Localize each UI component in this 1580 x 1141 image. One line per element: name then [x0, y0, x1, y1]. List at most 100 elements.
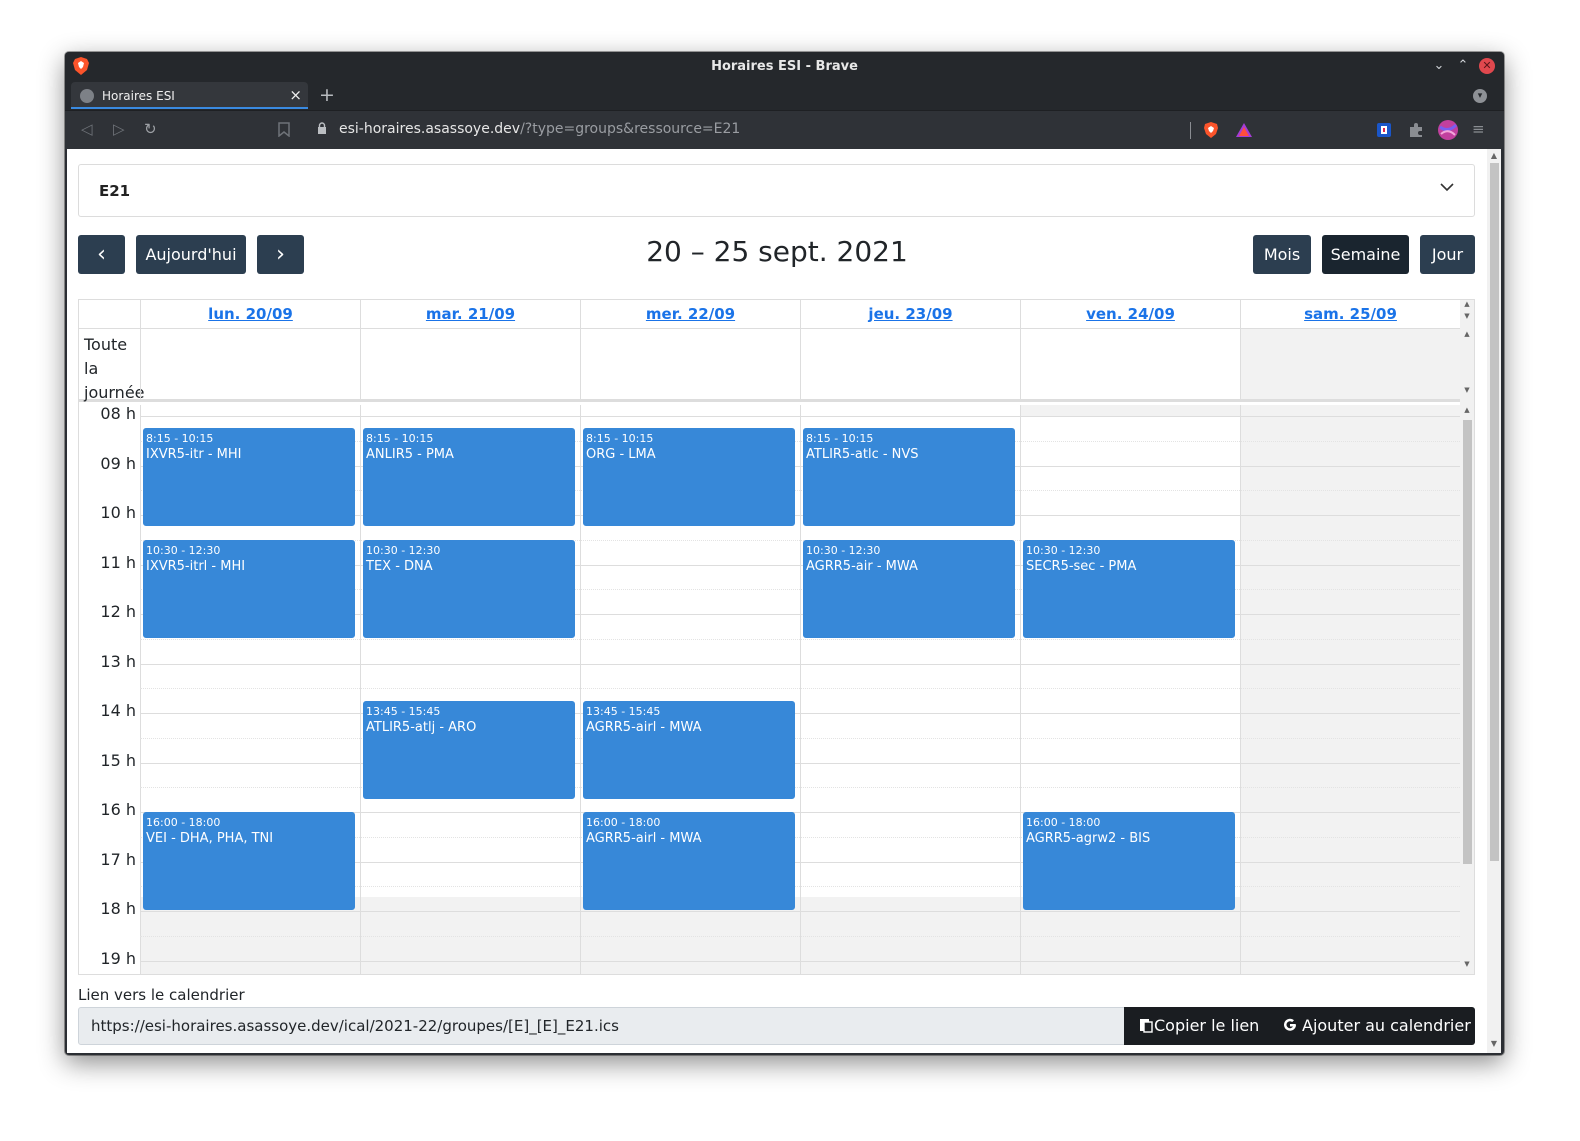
all-day-cell[interactable] [360, 329, 580, 399]
calendar-event[interactable]: 10:30 - 12:30 IXVR5-itrl - MHI [143, 539, 355, 638]
clipboard-icon [1140, 1019, 1153, 1033]
event-title: TEX - DNA [366, 558, 433, 574]
calendar-event[interactable]: 13:45 - 15:45 ATLIR5-atlj - ARO [363, 700, 575, 799]
day-header-thu[interactable]: jeu. 23/09 [800, 300, 1020, 329]
browser-tab[interactable]: Horaires ESI × [71, 82, 308, 109]
prev-week-button[interactable]: ‹ [78, 235, 125, 274]
hour-label: 11 h [100, 552, 136, 572]
half-hour-line [140, 787, 1460, 789]
day-header-tue[interactable]: mar. 21/09 [360, 300, 580, 329]
all-day-cell[interactable] [1020, 329, 1240, 399]
week-view-button[interactable]: Semaine [1322, 235, 1409, 274]
new-tab-button[interactable]: + [319, 84, 335, 106]
url-host: esi-horaires.asassoye.dev [339, 121, 521, 137]
maximize-button[interactable]: ⌃ [1455, 58, 1471, 74]
tab-close-icon[interactable]: × [289, 86, 302, 104]
all-day-cell[interactable] [140, 329, 360, 399]
event-title: IXVR5-itr - MHI [146, 447, 242, 463]
scroll-down-arrow-icon[interactable]: ▼ [1489, 1039, 1499, 1048]
add-to-calendar-label: Ajouter au calendrier [1302, 1016, 1471, 1035]
day-header-fri[interactable]: ven. 24/09 [1020, 300, 1240, 329]
calendar-event[interactable]: 16:00 - 18:00 AGRR5-agrw2 - BIS [1023, 812, 1235, 910]
hour-line [140, 713, 1460, 714]
scroll-up-arrow-icon[interactable]: ▲ [1489, 151, 1499, 160]
scroll-down-arrow-icon[interactable]: ▼ [1462, 960, 1472, 968]
calendar-link-field[interactable]: https://esi-horaires.asassoye.dev/ical/2… [78, 1007, 1125, 1045]
today-button[interactable]: Aujourd'hui [136, 235, 246, 274]
month-view-button[interactable]: Mois [1253, 235, 1311, 274]
event-time: 10:30 - 12:30 [806, 543, 881, 557]
tab-search-icon[interactable]: ▾ [1473, 89, 1487, 103]
hour-label: 12 h [100, 602, 136, 621]
event-title: ORG - LMA [586, 447, 656, 463]
all-day-cell[interactable] [580, 329, 800, 399]
day-header-sat[interactable]: sam. 25/09 [1240, 300, 1460, 329]
calendar-event[interactable]: 8:15 - 10:15 ANLIR5 - PMA [363, 428, 575, 527]
reload-icon[interactable]: ↻ [144, 120, 157, 138]
half-hour-line [140, 737, 1460, 739]
group-selector[interactable]: E21 [78, 164, 1475, 217]
hour-line [140, 960, 1460, 962]
lock-icon[interactable] [317, 122, 327, 135]
day-header-mon[interactable]: lun. 20/09 [140, 300, 360, 329]
event-title: AGRR5-airl - MWA [586, 831, 702, 846]
scroll-down-arrow-icon[interactable]: ▼ [1462, 386, 1472, 394]
hour-label: 17 h [100, 849, 136, 869]
bookmark-icon[interactable] [278, 122, 290, 137]
time-grid: 08 h 09 h 10 h 11 h 12 h 13 h 14 h 15 h 16 h 17 h… [79, 404, 1461, 974]
add-to-calendar-button[interactable]: Ajouter au calendrier [1282, 1007, 1471, 1045]
hour-label: 18 h [100, 899, 136, 918]
calendar-event[interactable]: 16:00 - 18:00 VEI - DHA, PHA, TNI [143, 812, 355, 910]
forward-arrow-icon[interactable]: ▷ [113, 120, 125, 138]
close-window-button[interactable]: ✕ [1479, 58, 1495, 74]
minimize-button[interactable]: ⌄ [1431, 58, 1447, 74]
all-day-cell[interactable] [800, 329, 1020, 399]
profile-avatar-icon[interactable] [1437, 119, 1459, 141]
event-time: 10:30 - 12:30 [1026, 543, 1101, 557]
hour-label: 14 h [100, 701, 136, 720]
calendar-link-label: Lien vers le calendrier [78, 986, 245, 1004]
brave-rewards-icon[interactable] [1235, 121, 1253, 139]
hour-label: 15 h [100, 750, 136, 770]
scroll-thumb[interactable] [1463, 420, 1472, 864]
url-path: /?type=groups&ressource=E21 [520, 121, 741, 137]
window-title: Horaires ESI - Brave [711, 59, 858, 74]
calendar-event[interactable]: 10:30 - 12:30 AGRR5-air - MWA [803, 539, 1015, 638]
event-time: 16:00 - 18:00 [586, 816, 661, 829]
page-scroll-thumb[interactable] [1490, 163, 1499, 861]
day-view-button[interactable]: Jour [1420, 235, 1475, 274]
selected-group: E21 [99, 182, 131, 200]
scroll-up-arrow-icon[interactable]: ▲ [1462, 330, 1472, 338]
scroll-up-arrow-icon[interactable]: ▲ [1462, 300, 1472, 308]
page-scrollbar[interactable]: ▲ ▼ [1487, 149, 1501, 1053]
scroll-up-arrow-icon[interactable]: ▲ [1462, 406, 1472, 414]
calendar-event[interactable]: 8:15 - 10:15 ATLIR5-atlc - NVS [803, 428, 1015, 527]
day-header-wed[interactable]: mer. 22/09 [580, 300, 800, 329]
event-title: IXVR5-itrl - MHI [146, 558, 246, 574]
calendar-event[interactable]: 8:15 - 10:15 ORG - LMA [583, 428, 795, 527]
all-day-cell-weekend[interactable] [1240, 329, 1460, 399]
calendar-event[interactable]: 10:30 - 12:30 TEX - DNA [363, 539, 575, 638]
calendar-event[interactable]: 16:00 - 18:00 AGRR5-airl - MWA [583, 812, 795, 910]
calendar-event[interactable]: 10:30 - 12:30 SECR5-sec - PMA [1023, 539, 1235, 638]
scroll-down-arrow-icon[interactable]: ▼ [1462, 312, 1472, 320]
extension-badge-icon[interactable] [1375, 121, 1393, 139]
brave-shield-icon[interactable] [1202, 121, 1220, 139]
all-day-row: Toute la journée [79, 329, 1460, 402]
calendar-scrollbar[interactable]: ▲ ▼ ▲ ▼ ▲ ▼ [1460, 300, 1474, 974]
puzzle-icon[interactable] [1407, 121, 1425, 139]
toolbar: ◁ ▷ ↻ esi-horaires.asassoye.dev/?type=gr… [65, 110, 1504, 149]
event-title: VEI - DHA, PHA, TNI [146, 831, 274, 846]
address-bar[interactable]: esi-horaires.asassoye.dev/?type=groups&r… [339, 121, 740, 137]
event-title: AGRR5-airl - MWA [586, 719, 702, 735]
event-time: 16:00 - 18:00 [146, 816, 221, 829]
calendar-event[interactable]: 8:15 - 10:15 IXVR5-itr - MHI [143, 428, 355, 527]
hamburger-menu-icon[interactable]: ≡ [1472, 120, 1485, 138]
copy-link-button[interactable]: Copier le lien [1138, 1007, 1259, 1045]
next-week-button[interactable]: › [257, 235, 304, 274]
calendar-event[interactable]: 13:45 - 15:45 AGRR5-airl - MWA [583, 700, 795, 799]
half-hour-line [140, 638, 1460, 640]
back-arrow-icon[interactable]: ◁ [81, 120, 93, 138]
event-title: AGRR5-agrw2 - BIS [1026, 831, 1151, 846]
hour-line [140, 416, 1460, 417]
